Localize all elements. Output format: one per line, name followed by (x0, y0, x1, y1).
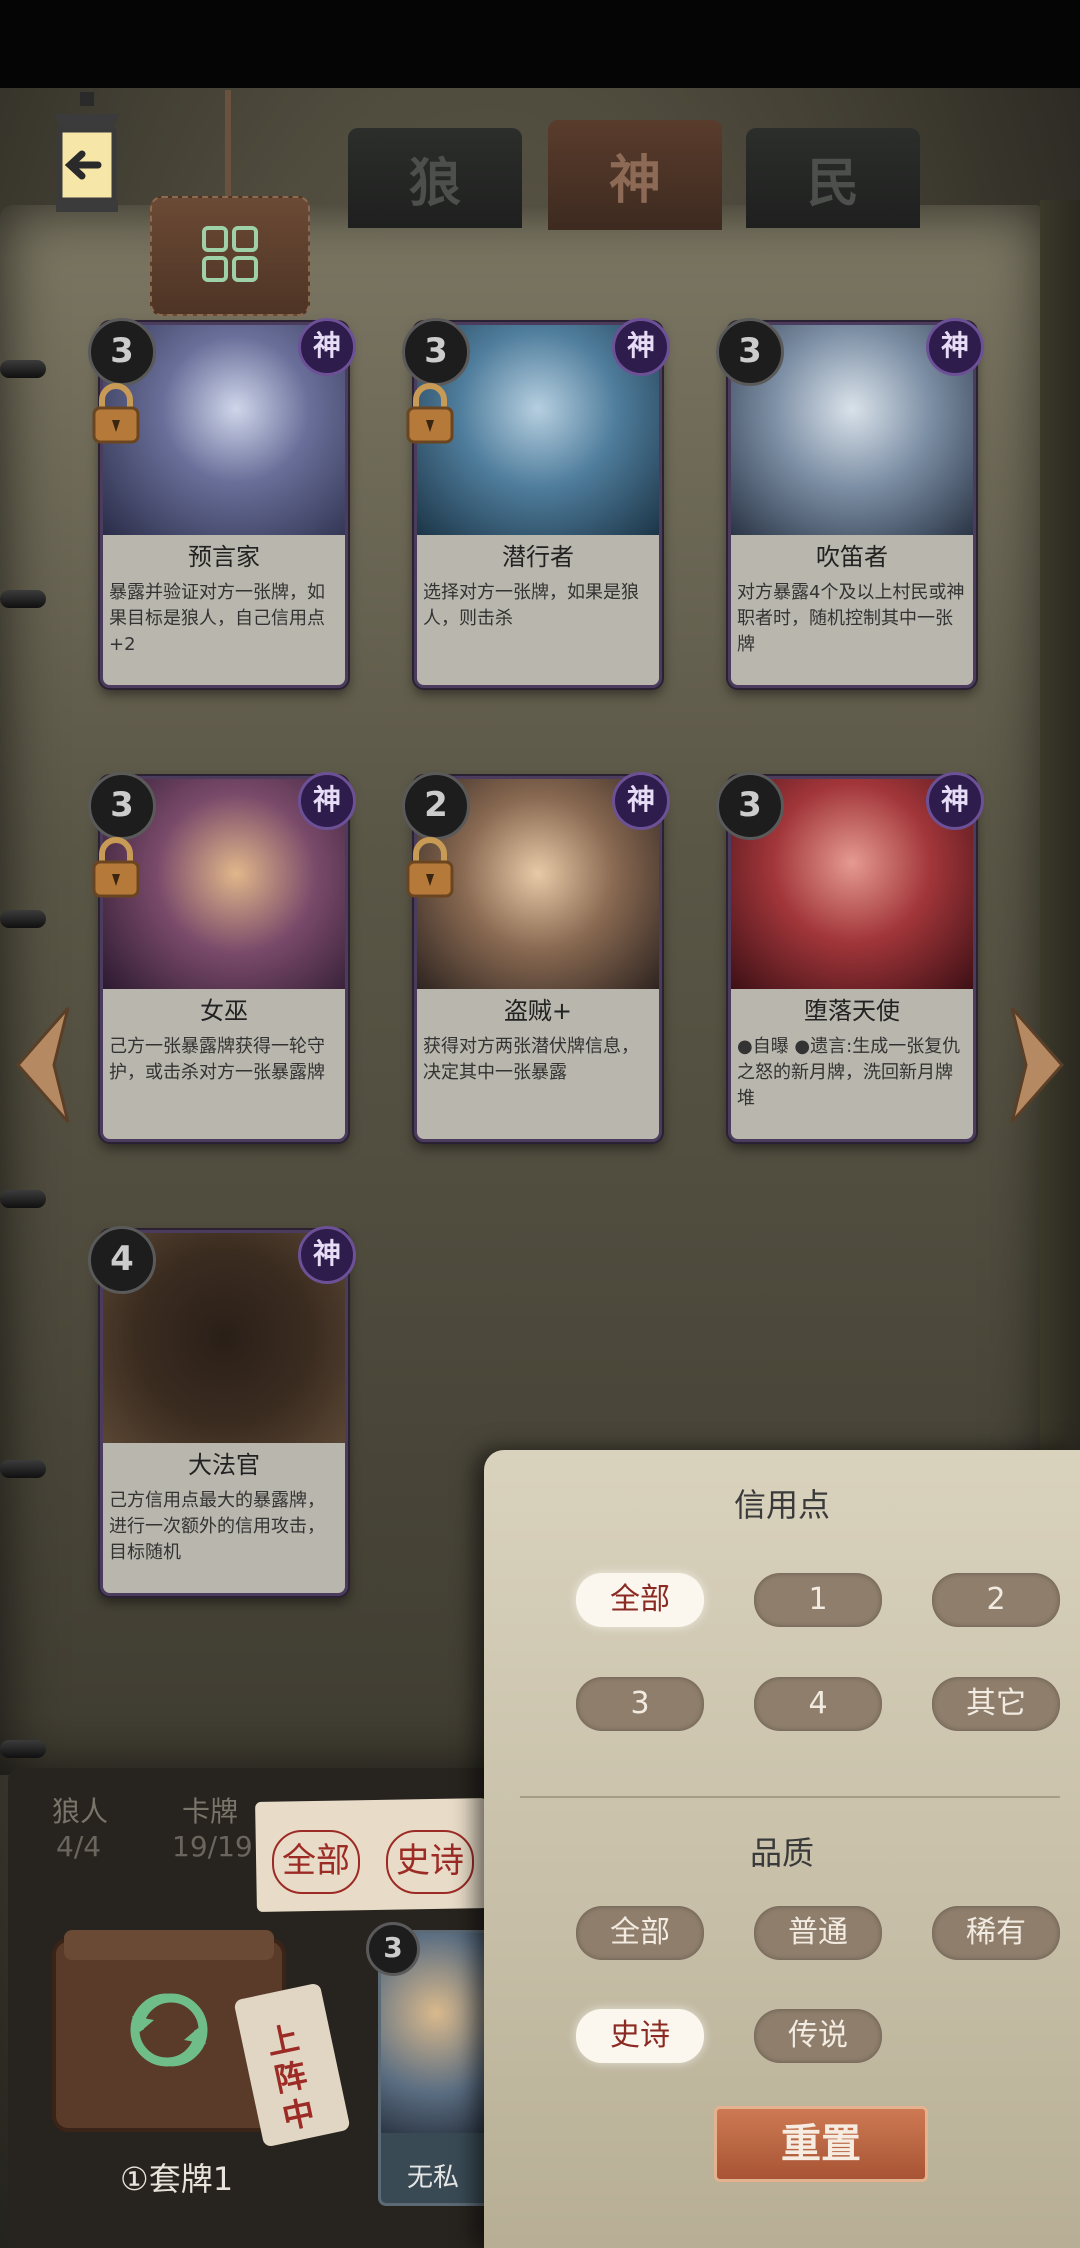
deck-name[interactable]: ①套牌1 (120, 2154, 233, 2200)
god-badge: 神 (298, 318, 356, 376)
tab-god[interactable]: 神 (548, 120, 722, 230)
next-page-arrow-icon[interactable] (1004, 1000, 1074, 1130)
wolf-count-value: 4/4 (56, 1830, 102, 1863)
card-description: 己方一张暴露牌获得一轮守护，或击杀对方一张暴露牌 (109, 1036, 325, 1083)
card-cost: 3 (716, 318, 784, 386)
quality-filter-epic[interactable]: 史诗 (576, 2009, 704, 2063)
card-description: 对方暴露4个及以上村民或神职者时，随机控制其中一张牌 (737, 582, 965, 655)
credit-filter-2[interactable]: 2 (932, 1573, 1060, 1627)
quick-filter-epic[interactable]: 史诗 (386, 1830, 474, 1894)
grid-icon (202, 226, 258, 282)
card-description: 暴露并验证对方一张牌，如果目标是狼人，自己信用点+2 (109, 582, 325, 655)
card-name: 无私 (407, 2163, 460, 2193)
card-name: 盗贼+ (503, 997, 573, 1025)
status-bar (0, 0, 1080, 88)
binder-ring (0, 1190, 46, 1208)
credit-filter-3[interactable]: 3 (576, 1677, 704, 1731)
credit-filter-4[interactable]: 4 (754, 1677, 882, 1731)
lock-icon (406, 837, 454, 898)
card-cost: 3 (402, 318, 470, 386)
god-badge: 神 (926, 318, 984, 376)
credit-filter-other[interactable]: 其它 (932, 1677, 1060, 1731)
binder-ring (0, 910, 46, 928)
tab-wolf[interactable]: 狼 (348, 128, 522, 228)
tab-label: 神 (608, 150, 661, 211)
lock-icon (406, 383, 454, 444)
divider (520, 1796, 1060, 1798)
tab-villager[interactable]: 民 (746, 128, 920, 228)
card-cost: 3 (88, 772, 156, 840)
binder-ring (0, 1740, 46, 1758)
deck-active-label: 上阵中 (263, 2018, 319, 2137)
grid-view-button[interactable] (150, 196, 310, 316)
credit-filter-all[interactable]: 全部 (576, 1573, 704, 1627)
god-badge: 神 (612, 772, 670, 830)
lock-icon (92, 837, 140, 898)
god-badge: 神 (612, 318, 670, 376)
binder-ring (0, 360, 46, 378)
card-description: 获得对方两张潜伏牌信息，决定其中一张暴露 (423, 1036, 639, 1083)
card-count-value: 19/19 (172, 1830, 253, 1863)
card-cost: 3 (88, 318, 156, 386)
lock-icon (92, 383, 140, 444)
card-name: 大法官 (188, 1451, 260, 1479)
lantern-back-icon (54, 92, 120, 212)
card-name: 堕落天使 (804, 997, 900, 1025)
card-description: 选择对方一张牌，如果是狼人，则击杀 (423, 582, 639, 629)
card-cost: 3 (366, 1922, 420, 1976)
credit-filter-1[interactable]: 1 (754, 1573, 882, 1627)
quality-filter-title: 品质 (749, 1834, 814, 1872)
god-badge: 神 (926, 772, 984, 830)
quality-filter-rare[interactable]: 稀有 (932, 1906, 1060, 1960)
card-name: 潜行者 (502, 543, 574, 571)
card-description: 己方信用点最大的暴露牌，进行一次额外的信用攻击，目标随机 (109, 1490, 325, 1563)
card-cost: 3 (716, 772, 784, 840)
card-description: ●自曝 ●遗言:生成一张复仇之怒的新月牌，洗回新月牌堆 (737, 1036, 961, 1109)
card-cost: 4 (88, 1226, 156, 1294)
binder-ring (0, 590, 46, 608)
god-badge: 神 (298, 1226, 356, 1284)
quality-filter-legendary[interactable]: 传说 (754, 2009, 882, 2063)
binder-ring (0, 1460, 46, 1478)
card-name: 吹笛者 (816, 543, 888, 571)
quality-filter-common[interactable]: 普通 (754, 1906, 882, 1960)
prev-page-arrow-icon[interactable] (6, 1000, 76, 1130)
hanging-rope (225, 90, 231, 200)
card-cost: 2 (402, 772, 470, 840)
god-badge: 神 (298, 772, 356, 830)
tab-label: 狼 (408, 153, 461, 214)
wolf-count-label: 狼人 (52, 1795, 109, 1828)
card-name: 预言家 (188, 543, 260, 571)
card-name: 女巫 (200, 997, 248, 1025)
reset-button[interactable]: 重置 (714, 2106, 928, 2182)
tab-label: 民 (806, 153, 859, 214)
card-count-label: 卡牌 (182, 1795, 239, 1828)
credit-filter-title: 信用点 (733, 1486, 830, 1524)
back-button[interactable] (34, 92, 140, 222)
quality-filter-all[interactable]: 全部 (576, 1906, 704, 1960)
quick-filter-all[interactable]: 全部 (272, 1830, 360, 1894)
